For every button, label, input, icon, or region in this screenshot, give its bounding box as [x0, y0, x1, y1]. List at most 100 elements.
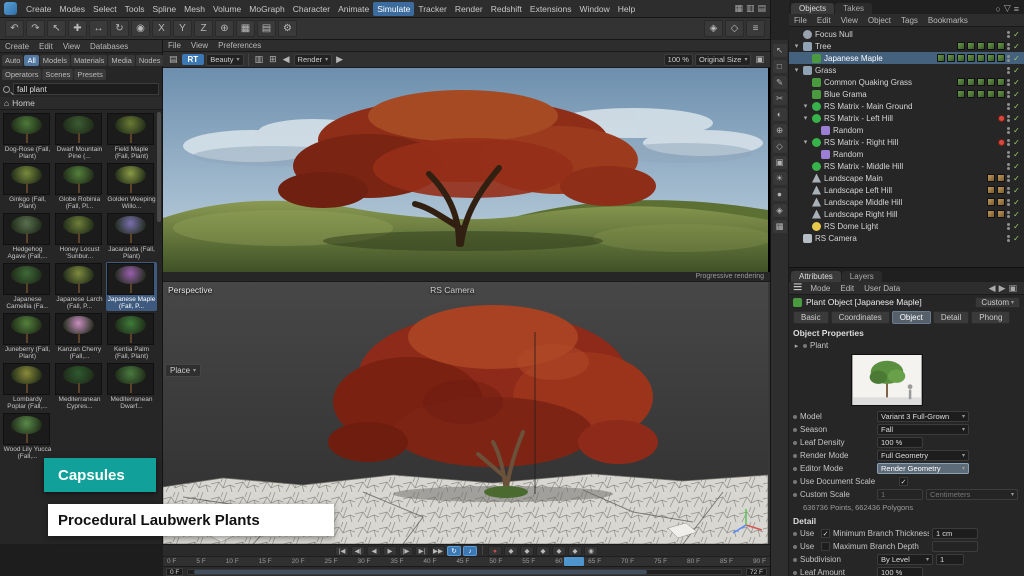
history-forward-icon[interactable]: ▶: [999, 283, 1006, 294]
menu-select[interactable]: Select: [89, 2, 121, 16]
last-tool-icon[interactable]: ◉: [131, 20, 150, 37]
editor-visibility-dot[interactable]: [1007, 127, 1010, 130]
render-visibility-dot[interactable]: [1007, 155, 1010, 158]
render-visibility-dot[interactable]: [1007, 47, 1010, 50]
menu-volume[interactable]: Volume: [209, 2, 245, 16]
render-visibility-dot[interactable]: [1007, 215, 1010, 218]
visibility-dots-icon[interactable]: [1007, 151, 1010, 158]
workplane-icon[interactable]: ◇: [725, 20, 744, 37]
visibility-dots-icon[interactable]: [1007, 127, 1010, 134]
asset-item[interactable]: Mediterranean Dwarf...: [106, 362, 157, 411]
keyframe-dot-icon[interactable]: [793, 428, 797, 432]
keyframe-dot-icon[interactable]: [793, 454, 797, 458]
texture-tag-icon[interactable]: [997, 210, 1005, 218]
ab-menu-databases[interactable]: Databases: [85, 41, 133, 52]
ab-tab-nodes[interactable]: Nodes: [136, 55, 164, 66]
object-row[interactable]: Landscape Middle Hill✓: [789, 196, 1024, 208]
asset-search-input[interactable]: [13, 83, 159, 95]
attr-objtab-phong[interactable]: Phong: [971, 311, 1010, 324]
editor-visibility-dot[interactable]: [1007, 223, 1010, 226]
render-visibility-dot[interactable]: [1007, 191, 1010, 194]
key-pla-button[interactable]: ◆: [568, 546, 582, 556]
custom-scale-unit-select[interactable]: Centimeters▾: [926, 489, 1018, 500]
expander-icon[interactable]: ▾: [793, 42, 800, 50]
keyframe-dot-icon[interactable]: [793, 480, 797, 484]
range-start-field[interactable]: 0 F: [166, 568, 183, 576]
keyframe-dot-icon[interactable]: [793, 493, 797, 497]
object-row[interactable]: ▾Tree✓: [789, 40, 1024, 52]
asset-item[interactable]: Kanzan Cherry (Fall,...: [54, 312, 105, 361]
sound-button[interactable]: ♪: [463, 546, 477, 556]
keyframe-dot-icon[interactable]: [793, 415, 797, 419]
asset-item[interactable]: Globe Robinia (Fall, Pl...: [54, 162, 105, 211]
visibility-dots-icon[interactable]: [1007, 55, 1010, 62]
texture-tag-icon[interactable]: [967, 90, 975, 98]
enabled-check-icon[interactable]: ✓: [1012, 78, 1021, 87]
enabled-check-icon[interactable]: ✓: [1012, 54, 1021, 63]
ab-menu-edit[interactable]: Edit: [34, 41, 58, 52]
texture-tag-icon[interactable]: [977, 78, 985, 86]
asset-item[interactable]: Ginkgo (Fall, Plant): [2, 162, 53, 211]
asset-item[interactable]: Japanese Larch (Fall, P...: [54, 262, 105, 311]
asset-item[interactable]: Mediterranean Cypres...: [54, 362, 105, 411]
editor-visibility-dot[interactable]: [1007, 31, 1010, 34]
editor-visibility-dot[interactable]: [1007, 139, 1010, 142]
range-slider-handle[interactable]: [194, 570, 647, 574]
rv-menu-view[interactable]: View: [186, 40, 213, 51]
render-visibility-dot[interactable]: [1007, 179, 1010, 182]
object-row[interactable]: RS Camera✓: [789, 232, 1024, 244]
custom-button[interactable]: Custom ▾: [975, 297, 1020, 308]
visibility-dots-icon[interactable]: [1007, 67, 1010, 74]
ab-subtab-scenes[interactable]: Scenes: [42, 69, 73, 80]
texture-tag-icon[interactable]: [997, 78, 1005, 86]
goto-start-button[interactable]: |◀: [335, 546, 349, 556]
render-visibility-dot[interactable]: [1007, 203, 1010, 206]
live-selection-icon[interactable]: ↖: [47, 20, 66, 37]
loop-button[interactable]: ↻: [447, 546, 461, 556]
section-object-properties[interactable]: Object Properties: [793, 326, 1020, 339]
visibility-dots-icon[interactable]: [1007, 31, 1010, 38]
object-row[interactable]: Japanese Maple✓: [789, 52, 1024, 64]
asset-item[interactable]: Jacaranda (Fall, Plant): [106, 212, 157, 261]
attr-objtab-object[interactable]: Object: [892, 311, 931, 324]
object-row[interactable]: Landscape Main✓: [789, 172, 1024, 184]
menu-render[interactable]: Render: [451, 2, 487, 16]
enabled-check-icon[interactable]: ✓: [1012, 186, 1021, 195]
texture-tag-icon[interactable]: [987, 90, 995, 98]
texture-tag-icon[interactable]: [957, 90, 965, 98]
texture-tag-icon[interactable]: [987, 174, 995, 182]
keyframe-dot-icon[interactable]: [793, 467, 797, 471]
texture-tag-icon[interactable]: [987, 54, 995, 62]
max-branch-checkbox[interactable]: [821, 542, 830, 551]
visibility-dots-icon[interactable]: [1007, 79, 1010, 86]
texture-tag-icon[interactable]: [987, 42, 995, 50]
coordinate-system-icon[interactable]: ⊕: [215, 20, 234, 37]
texture-tag-icon[interactable]: [997, 186, 1005, 194]
enabled-check-icon[interactable]: ✓: [1012, 42, 1021, 51]
menu-animate[interactable]: Animate: [334, 2, 373, 16]
layout-grid-icon[interactable]: ▦: [734, 3, 743, 14]
list-options-icon[interactable]: ≡: [1014, 4, 1019, 14]
enabled-check-icon[interactable]: ✓: [1012, 102, 1021, 111]
rv-menu-preferences[interactable]: Preferences: [213, 40, 266, 51]
render-visibility-dot[interactable]: [1007, 119, 1010, 122]
object-row[interactable]: ▾RS Matrix - Main Ground✓: [789, 100, 1024, 112]
obj-menu-edit[interactable]: Edit: [812, 15, 836, 26]
keyframe-dot-icon[interactable]: [793, 545, 797, 549]
custom-scale-field[interactable]: 1: [877, 489, 923, 500]
asset-item[interactable]: Dog-Rose (Fall, Plant): [2, 112, 53, 161]
place-tool-label[interactable]: Place ▾: [165, 364, 201, 377]
timeline-playhead[interactable]: [564, 557, 584, 566]
menu-help[interactable]: Help: [614, 2, 639, 16]
knife-tool-icon[interactable]: ✂: [773, 92, 787, 105]
asset-item[interactable]: Japanese Maple (Fall, P...: [106, 262, 157, 311]
asset-item[interactable]: Dwarf Mountain Pine (...: [54, 112, 105, 161]
obj-menu-view[interactable]: View: [836, 15, 863, 26]
ab-subtab-operators[interactable]: Operators: [2, 69, 41, 80]
texture-tag-icon[interactable]: [937, 54, 945, 62]
texture-tag-icon[interactable]: [957, 78, 965, 86]
filter-icon[interactable]: ▽: [1004, 3, 1011, 14]
render-visibility-dot[interactable]: [1007, 83, 1010, 86]
editor-visibility-dot[interactable]: [1007, 151, 1010, 154]
expander-icon[interactable]: ▾: [793, 66, 800, 74]
